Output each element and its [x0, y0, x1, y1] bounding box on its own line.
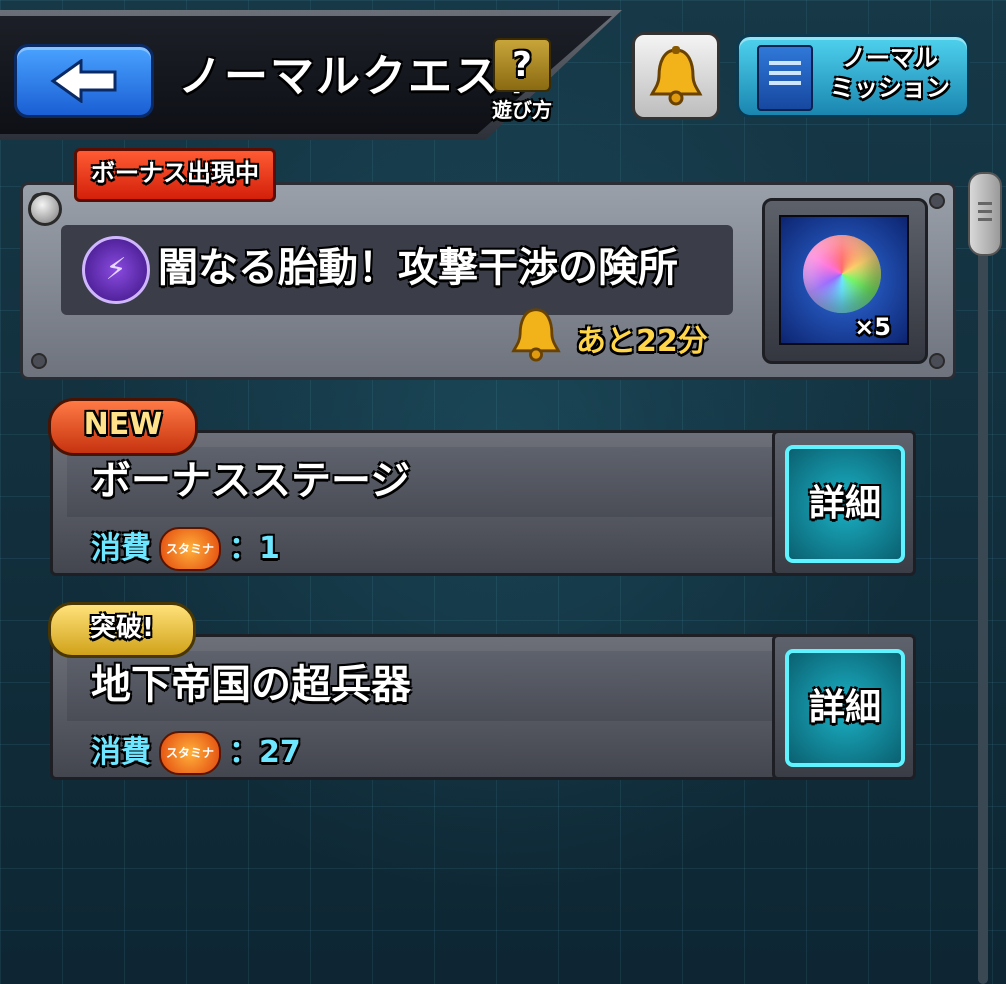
mission-label: ノーマル ミッション: [825, 43, 955, 103]
cost-label: 消費: [91, 531, 151, 566]
detail-button-frame: 詳細: [772, 634, 916, 780]
cost-value: ：1: [229, 531, 280, 566]
how-to-play-button[interactable]: ? 遊び方: [486, 38, 558, 122]
back-arrow-icon: [50, 59, 117, 103]
detail-button[interactable]: 詳細: [785, 649, 905, 767]
cost-label: 消費: [91, 735, 151, 770]
new-tag: NEW: [48, 398, 198, 456]
screw-icon: [929, 193, 945, 209]
bonus-quest-title: 闇なる胎動！攻撃干渉の険所: [158, 245, 678, 291]
stage-name: 地下帝国の超兵器: [91, 662, 411, 708]
bell-icon: [649, 46, 703, 106]
stage-cost: 消費 スタミナ ：1: [91, 527, 280, 571]
stage-cost: 消費 スタミナ ：27: [91, 731, 301, 775]
rainbow-orb-icon: [803, 235, 881, 313]
how-to-play-label: 遊び方: [492, 98, 552, 122]
timer-bell-icon: [511, 308, 561, 362]
mission-book-icon: [757, 45, 813, 111]
help-icon: ?: [493, 38, 551, 92]
dark-element-icon: [82, 236, 150, 304]
breakthrough-tag: 突破!: [48, 602, 196, 658]
scrollbar-track[interactable]: [978, 180, 988, 984]
stage-name: ボーナスステージ: [91, 458, 411, 504]
screw-icon: [929, 353, 945, 369]
screw-icon: [31, 353, 47, 369]
normal-mission-button[interactable]: ノーマル ミッション: [736, 34, 970, 118]
scrollbar-thumb[interactable]: [968, 172, 1002, 256]
reward-orb-box: ×5: [762, 198, 928, 364]
bell-button[interactable]: [632, 32, 720, 120]
bonus-time-remaining: あと22分: [576, 324, 708, 359]
mission-label-line2: ミッション: [830, 74, 950, 102]
pin-icon: [28, 192, 62, 226]
back-button[interactable]: [14, 44, 154, 118]
cost-value: ：27: [229, 735, 301, 770]
reward-count: ×5: [854, 313, 891, 341]
stamina-icon: スタミナ: [159, 527, 221, 571]
bonus-active-badge: ボーナス出現中: [74, 148, 276, 202]
detail-button[interactable]: 詳細: [785, 445, 905, 563]
reward-orb-frame: ×5: [779, 215, 909, 345]
stamina-icon: スタミナ: [159, 731, 221, 775]
mission-label-line1: ノーマル: [842, 44, 938, 72]
detail-button-frame: 詳細: [772, 430, 916, 576]
